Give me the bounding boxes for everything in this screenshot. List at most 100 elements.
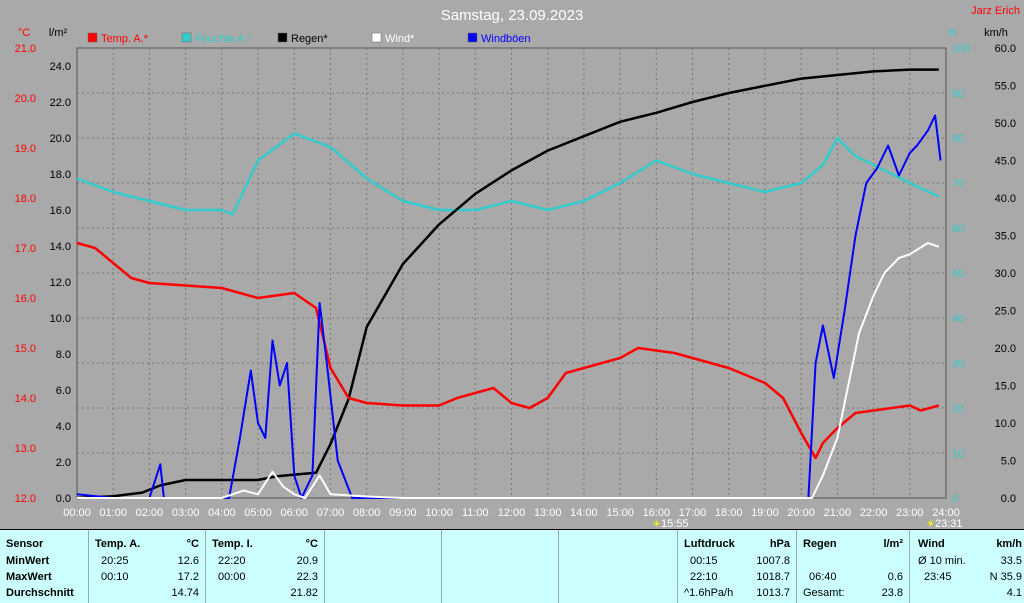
temp-a-avg-value: 14.74: [171, 587, 199, 599]
legend-swatch: [277, 32, 288, 43]
wind-header: Wind: [918, 538, 945, 550]
pressure-unit: hPa: [769, 538, 790, 550]
temp-a-column: Temp. A. °C 20:25 12.6 00:10 17.2 14.74: [89, 530, 206, 603]
wind-max-value: N 35.9: [989, 571, 1022, 583]
x-tick-label: 23:00: [896, 507, 924, 519]
legend-swatch: [181, 32, 192, 43]
humidity-tick-label: 10: [952, 448, 964, 460]
row-label-min: MinWert: [6, 555, 50, 567]
sunrise-marker: ☀ 15:55: [652, 518, 689, 529]
rain-header: Regen: [803, 538, 837, 550]
humidity-tick-label: 100: [952, 43, 970, 55]
wind-tick-label: 55.0: [995, 81, 1016, 93]
wind-tick-label: 50.0: [995, 118, 1016, 130]
rain-tick-label: 2.0: [56, 457, 71, 469]
wind-tick-label: 0.0: [1001, 493, 1016, 505]
wind-unit: km/h: [984, 27, 1008, 39]
chart-title: Samstag, 23.09.2023: [441, 7, 584, 24]
temp-tick-label: 13.0: [15, 443, 36, 455]
x-tick-label: 12:00: [498, 507, 526, 519]
temp-a-header: Temp. A.: [95, 538, 141, 550]
x-tick-label: 06:00: [280, 507, 308, 519]
x-tick-label: 19:00: [751, 507, 779, 519]
pressure-trend: ^1.6hPa/h: [684, 587, 734, 599]
rain-column: Regen l/m² 06:40 0.6 Gesamt: 23.8: [797, 530, 910, 603]
temp-tick-label: 18.0: [15, 193, 36, 205]
rain-tick-label: 22.0: [50, 97, 71, 109]
x-tick-label: 02:00: [136, 507, 164, 519]
rain-tick-label: 12.0: [50, 277, 71, 289]
temp-i-max-time: 00:00: [218, 571, 246, 583]
temp-tick-label: 16.0: [15, 293, 36, 305]
empty-column-1: [325, 530, 442, 603]
wind-max-time: 23:45: [924, 571, 952, 583]
temp-a-min-value: 12.6: [177, 555, 199, 567]
x-tick-label: 22:00: [860, 507, 888, 519]
rain-tick-label: 6.0: [56, 385, 71, 397]
pressure-min-time: 00:15: [690, 555, 718, 567]
temp-i-max-value: 22.3: [296, 571, 318, 583]
x-tick-label: 09:00: [389, 507, 417, 519]
empty-column-3: [559, 530, 678, 603]
wind-tick-label: 20.0: [995, 343, 1016, 355]
empty-column-2: [442, 530, 559, 603]
rain-tick-label: 4.0: [56, 421, 71, 433]
pressure-min-value: 1007.8: [756, 555, 790, 567]
wind-avg-label: Ø 10 min.: [918, 555, 966, 567]
legend-label: Windböen: [481, 33, 531, 45]
humidity-unit: %: [947, 27, 957, 39]
rain-tick-label: 0.0: [56, 493, 71, 505]
x-tick-label: 15:00: [606, 507, 634, 519]
humidity-tick-label: 80: [952, 133, 964, 145]
temp-i-min-value: 20.9: [296, 555, 318, 567]
wind-avg-value: 33.5: [1000, 555, 1022, 567]
row-label-max: MaxWert: [6, 571, 52, 583]
wind-tick-label: 5.0: [1001, 456, 1016, 468]
x-tick-label: 01:00: [99, 507, 127, 519]
temp-tick-label: 14.0: [15, 393, 36, 405]
temp-a-unit: °C: [186, 538, 199, 550]
sensor-column: Sensor MinWert MaxWert Durchschnitt: [0, 530, 89, 603]
rain-tick-label: 14.0: [50, 241, 71, 253]
x-tick-label: 05:00: [244, 507, 272, 519]
temp-tick-label: 20.0: [15, 93, 36, 105]
wind-tick-label: 10.0: [995, 418, 1016, 430]
temp-i-header: Temp. I.: [212, 538, 253, 550]
rain-unit: l/m²: [883, 538, 903, 550]
x-tick-label: 14:00: [570, 507, 598, 519]
wind-unit: km/h: [996, 538, 1022, 550]
x-tick-label: 18:00: [715, 507, 743, 519]
x-tick-label: 00:00: [63, 507, 91, 519]
weather-chart: 00:00 01:00 02:00 03:00 04:00 05:00 06:00 07:00…: [0, 0, 1024, 529]
rain-total-value: 23.8: [881, 587, 903, 599]
temp-a-max-value: 17.2: [177, 571, 199, 583]
legend-label: Wind*: [385, 33, 415, 45]
x-tick-label: 11:00: [462, 507, 489, 519]
rain-max-time: 06:40: [809, 571, 837, 583]
sunrise-time: 15:55: [661, 518, 689, 529]
temp-tick-label: 17.0: [15, 243, 36, 255]
temp-i-avg-value: 21.82: [290, 587, 318, 599]
x-tick-label: 21:00: [824, 507, 852, 519]
humidity-tick-label: 70: [952, 178, 964, 190]
legend-label: Regen*: [291, 33, 328, 45]
x-tick-label: 07:00: [317, 507, 345, 519]
x-tick-label: 03:00: [172, 507, 200, 519]
temp-a-max-time: 00:10: [101, 571, 129, 583]
wind-tick-label: 60.0: [995, 43, 1016, 55]
legend-swatch: [467, 32, 478, 43]
x-tick-label: 08:00: [353, 507, 381, 519]
wind-tick-label: 30.0: [995, 268, 1016, 280]
wind-day-avg-value: 4.1: [1006, 587, 1022, 599]
rain-tick-label: 18.0: [50, 169, 71, 181]
humidity-tick-label: 30: [952, 358, 964, 370]
temp-i-unit: °C: [305, 538, 318, 550]
wind-tick-label: 45.0: [995, 156, 1016, 168]
sunset-time: 23:31: [935, 518, 963, 529]
rain-tick-label: 8.0: [56, 349, 71, 361]
summary-panel: Sensor MinWert MaxWert Durchschnitt Temp…: [0, 529, 1024, 603]
row-label-avg: Durchschnitt: [6, 587, 74, 599]
rain-max-value: 0.6: [887, 571, 903, 583]
humidity-tick-label: 90: [952, 88, 964, 100]
pressure-max-value: 1018.7: [756, 571, 790, 583]
